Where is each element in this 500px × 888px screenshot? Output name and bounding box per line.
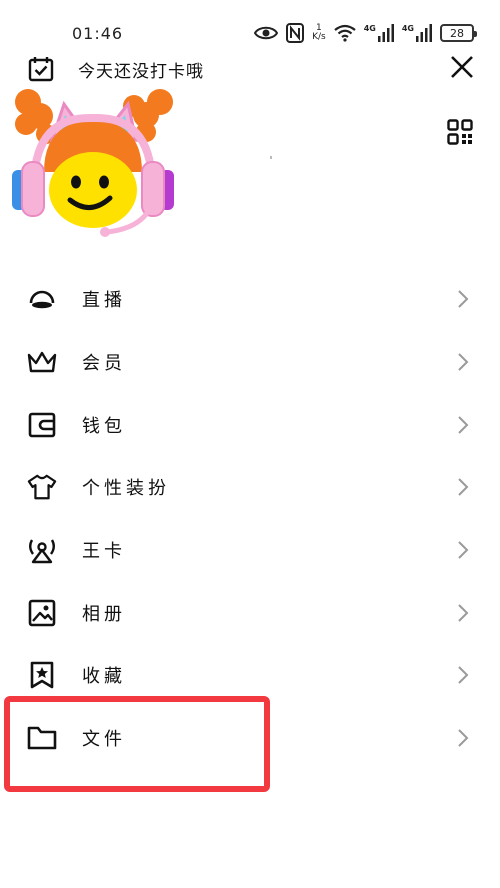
chevron-right-icon xyxy=(458,290,469,309)
status-icons: 1 K/s 4G 4G 28 xyxy=(254,21,477,45)
net-speed-unit: K/s xyxy=(312,32,326,42)
menu-item-vip[interactable]: 会员 xyxy=(0,331,500,394)
battery-indicator: 28 xyxy=(440,24,477,42)
wallet-icon xyxy=(27,410,57,440)
nfc-icon xyxy=(286,23,305,43)
chevron-right-icon xyxy=(458,604,469,622)
menu-item-label: 会员 xyxy=(82,353,126,375)
close-button[interactable] xyxy=(448,53,476,81)
menu-item-label: 相册 xyxy=(82,603,126,625)
folder-icon xyxy=(27,723,57,753)
avatar-image xyxy=(12,89,174,237)
status-bar: 01:46 1 K/s 4G 4G 28 xyxy=(0,0,500,60)
menu-item-label: 钱包 xyxy=(82,415,126,437)
signal-bars-icon xyxy=(416,24,432,42)
menu-item-label: 直播 xyxy=(82,290,126,312)
menu-item-label: 文件 xyxy=(82,729,126,751)
menu-item-theme[interactable]: 个性装扮 xyxy=(0,456,500,519)
battery-level: 28 xyxy=(450,26,464,40)
shirt-icon xyxy=(27,472,57,502)
checkin-label: 今天还没打卡哦 xyxy=(78,61,204,82)
chevron-right-icon xyxy=(458,666,469,685)
close-icon xyxy=(451,56,473,78)
signal-1: 4G xyxy=(364,24,394,42)
qr-code-button[interactable] xyxy=(447,119,473,145)
net-speed: 1 K/s xyxy=(312,24,326,42)
menu-item-album[interactable]: 相册 xyxy=(0,581,500,644)
wifi-icon xyxy=(334,24,356,42)
bookmark-icon xyxy=(27,660,57,690)
menu-list: 直播 会员 钱包 个性装扮 王卡 相册 收藏 文件 xyxy=(0,268,500,770)
chevron-right-icon xyxy=(458,729,469,747)
chevron-right-icon xyxy=(458,416,469,434)
menu-item-king-card[interactable]: 王卡 xyxy=(0,519,500,582)
signal-bars-icon xyxy=(377,24,394,42)
crown-icon xyxy=(27,347,57,377)
signal-2: 4G xyxy=(402,24,432,42)
signal-2-label: 4G xyxy=(401,24,414,33)
chevron-right-icon xyxy=(458,478,469,497)
photo-album-icon xyxy=(27,598,57,628)
menu-item-label: 个性装扮 xyxy=(82,478,170,500)
menu-item-live[interactable]: 直播 xyxy=(0,268,500,331)
menu-item-wallet[interactable]: 钱包 xyxy=(0,393,500,456)
menu-item-label: 王卡 xyxy=(82,541,126,563)
chevron-right-icon xyxy=(458,541,469,559)
live-icon xyxy=(27,284,57,314)
avatar[interactable] xyxy=(8,82,178,242)
calendar-check-icon xyxy=(28,57,54,82)
broadcast-icon xyxy=(27,535,57,565)
signal-1-label: 4G xyxy=(363,24,376,33)
chevron-right-icon xyxy=(458,353,469,371)
menu-item-files[interactable]: 文件 xyxy=(0,707,500,770)
qr-code-icon xyxy=(447,119,473,145)
divider-dot xyxy=(270,156,272,159)
checkin-row[interactable]: 今天还没打卡哦 xyxy=(28,55,204,83)
menu-item-favorites[interactable]: 收藏 xyxy=(0,644,500,707)
status-time: 01:46 xyxy=(72,24,124,43)
menu-item-label: 收藏 xyxy=(82,666,126,688)
eye-icon xyxy=(254,26,279,40)
